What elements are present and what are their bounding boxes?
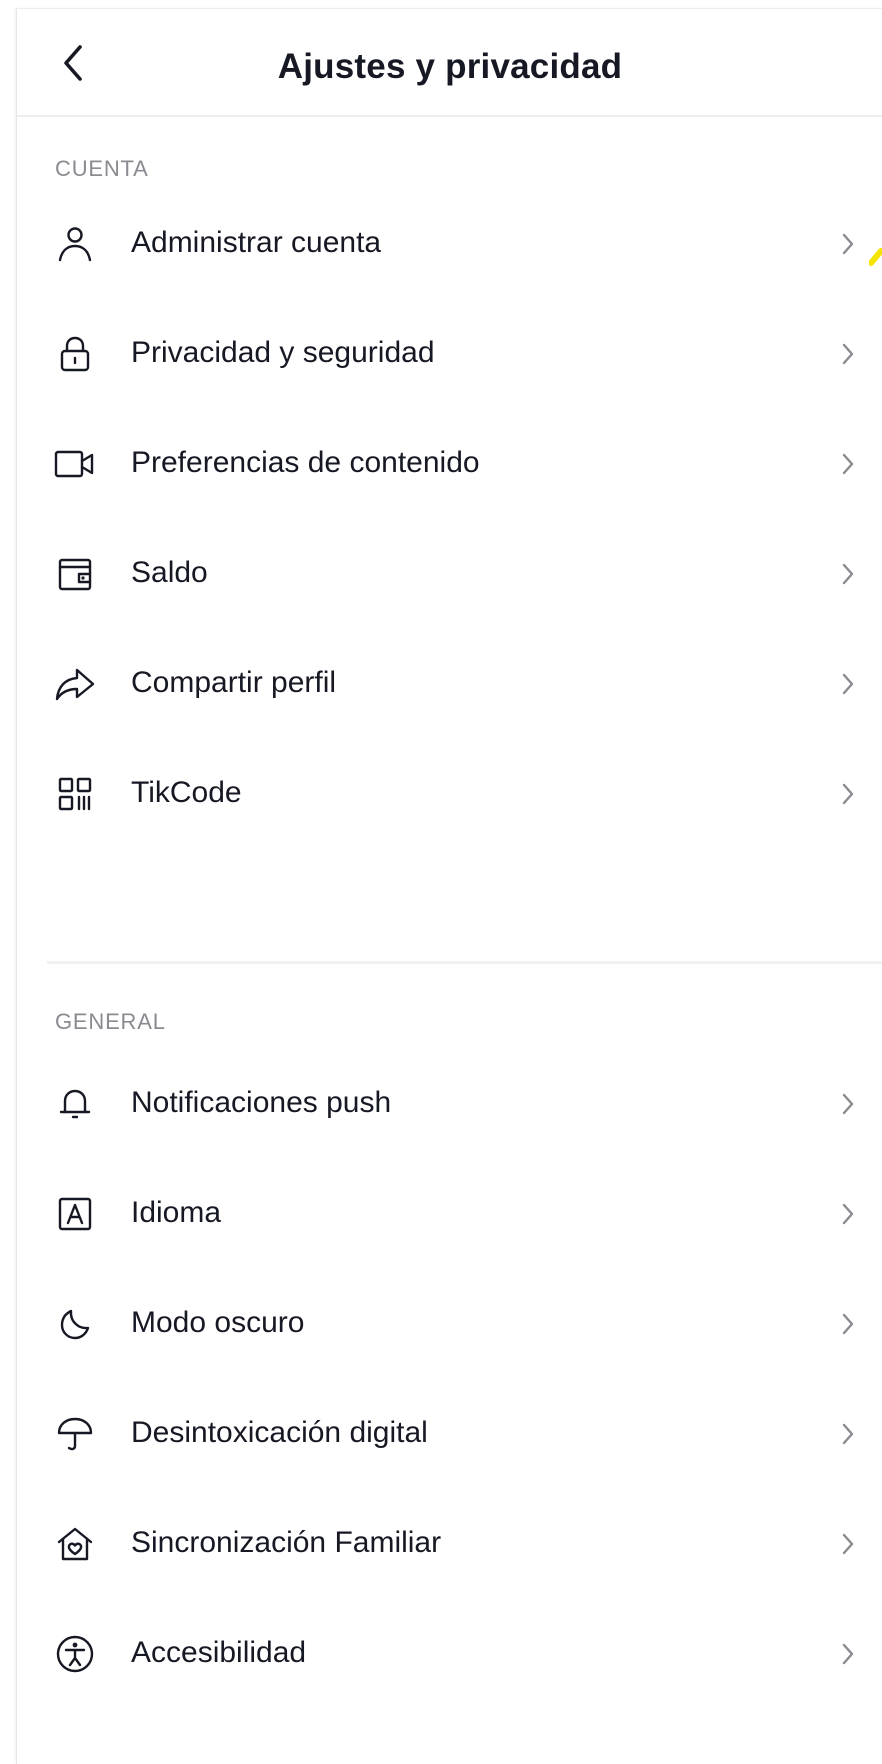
settings-item-label: Sincronización Familiar bbox=[131, 1526, 442, 1559]
chevron-right-icon bbox=[837, 339, 859, 369]
settings-item-saldo[interactable]: Saldo bbox=[17, 519, 882, 629]
qr-code-icon bbox=[51, 770, 99, 818]
person-icon bbox=[51, 220, 99, 268]
section-label-general: GENERAL bbox=[55, 1009, 166, 1034]
settings-item-modo-oscuro[interactable]: Modo oscuro bbox=[17, 1269, 882, 1379]
chevron-right-icon bbox=[837, 1529, 859, 1559]
language-icon bbox=[51, 1190, 99, 1238]
settings-item-notificaciones-push[interactable]: Notificaciones push bbox=[17, 1049, 882, 1159]
settings-item-desintoxicacion-digital[interactable]: Desintoxicación digital bbox=[17, 1379, 882, 1489]
bell-icon bbox=[51, 1080, 99, 1128]
section-label-cuenta: CUENTA bbox=[55, 156, 149, 181]
share-icon bbox=[51, 660, 99, 708]
chevron-right-icon bbox=[837, 779, 859, 809]
settings-item-administrar-cuenta[interactable]: Administrar cuenta bbox=[17, 189, 882, 299]
settings-item-label: Modo oscuro bbox=[131, 1306, 305, 1339]
accessibility-icon bbox=[51, 1630, 99, 1678]
settings-item-idioma[interactable]: Idioma bbox=[17, 1159, 882, 1269]
family-home-icon bbox=[51, 1520, 99, 1568]
settings-item-sincronizacion-familiar[interactable]: Sincronización Familiar bbox=[17, 1489, 882, 1599]
settings-item-label: Administrar cuenta bbox=[131, 226, 382, 259]
chevron-right-icon bbox=[837, 559, 859, 589]
chevron-right-icon bbox=[837, 449, 859, 479]
settings-item-label: Notificaciones push bbox=[131, 1086, 392, 1119]
settings-item-preferencias-contenido[interactable]: Preferencias de contenido bbox=[17, 409, 882, 519]
settings-item-accesibilidad[interactable]: Accesibilidad bbox=[17, 1599, 882, 1709]
top-bar: Ajustes y privacidad bbox=[17, 9, 882, 117]
settings-item-label: Accesibilidad bbox=[131, 1636, 307, 1669]
video-camera-icon bbox=[51, 440, 99, 488]
umbrella-icon bbox=[51, 1410, 99, 1458]
settings-item-label: Compartir perfil bbox=[131, 666, 337, 699]
wallet-icon bbox=[51, 550, 99, 598]
settings-item-privacidad-seguridad[interactable]: Privacidad y seguridad bbox=[17, 299, 882, 409]
chevron-right-icon bbox=[837, 1639, 859, 1669]
moon-icon bbox=[51, 1300, 99, 1348]
settings-item-compartir-perfil[interactable]: Compartir perfil bbox=[17, 629, 882, 739]
lock-icon bbox=[51, 330, 99, 378]
chevron-right-icon bbox=[837, 669, 859, 699]
highlight-mark bbox=[869, 247, 882, 267]
settings-item-label: Desintoxicación digital bbox=[131, 1416, 428, 1449]
page-title: Ajustes y privacidad bbox=[277, 47, 623, 86]
chevron-right-icon bbox=[837, 1199, 859, 1229]
chevron-right-icon bbox=[837, 1419, 859, 1449]
chevron-right-icon bbox=[837, 1309, 859, 1339]
settings-item-label: TikCode bbox=[131, 776, 242, 809]
chevron-right-icon bbox=[837, 1089, 859, 1119]
settings-screen: Ajustes y privacidad CUENTA Administrar … bbox=[16, 8, 882, 1764]
settings-item-label: Privacidad y seguridad bbox=[131, 336, 435, 369]
settings-item-label: Saldo bbox=[131, 556, 208, 589]
settings-item-tikcode[interactable]: TikCode bbox=[17, 739, 882, 849]
settings-item-label: Preferencias de contenido bbox=[131, 446, 480, 479]
section-divider bbox=[47, 961, 882, 964]
settings-item-label: Idioma bbox=[131, 1196, 222, 1229]
chevron-right-icon bbox=[837, 229, 859, 259]
